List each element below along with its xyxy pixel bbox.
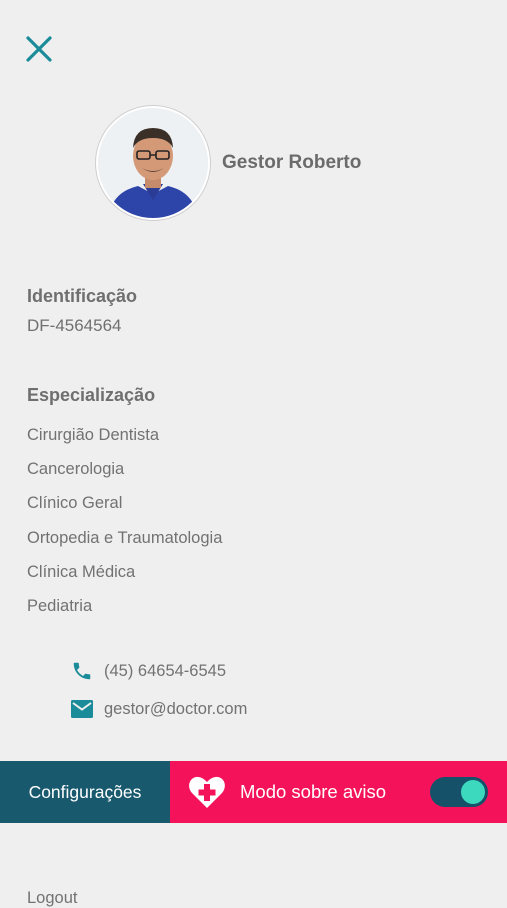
list-item: Cirurgião Dentista <box>27 426 160 444</box>
profile-name: Gestor Roberto <box>222 152 362 173</box>
list-item: Pediatria <box>27 596 93 615</box>
specialization-title: Especialização <box>27 385 156 405</box>
specialization-list: Cirurgião Dentista Cancerologia Clínico … <box>27 424 222 629</box>
list-item: Clínica Médica <box>27 562 136 581</box>
heart-plus-icon <box>189 776 225 808</box>
email-row[interactable]: gestor@doctor.com <box>70 697 247 721</box>
on-call-toggle[interactable] <box>430 777 488 807</box>
close-icon <box>26 36 52 62</box>
phone-row[interactable]: (45) 64654-6545 <box>70 659 226 683</box>
list-item: Clínico Geral <box>27 494 123 513</box>
phone-icon <box>70 659 94 683</box>
list-item: Cancerologia <box>27 460 125 479</box>
settings-button[interactable]: Configurações <box>0 761 170 823</box>
logout-link[interactable]: Logout <box>27 889 77 908</box>
identification-title: Identificação <box>27 286 138 306</box>
toggle-knob <box>461 780 485 804</box>
on-call-panel: Modo sobre aviso <box>170 761 507 823</box>
bottom-bar: Configurações Modo sobre aviso <box>0 761 507 823</box>
close-button[interactable] <box>24 34 54 64</box>
mail-icon <box>70 697 94 721</box>
email-text: gestor@doctor.com <box>104 699 248 718</box>
list-item: Ortopedia e Traumatologia <box>27 528 223 547</box>
identification-value: DF-4564564 <box>27 316 122 335</box>
phone-text: (45) 64654-6545 <box>104 661 227 680</box>
on-call-label: Modo sobre aviso <box>240 781 387 802</box>
avatar <box>96 106 210 220</box>
profile-header: Gestor Roberto <box>96 106 361 220</box>
